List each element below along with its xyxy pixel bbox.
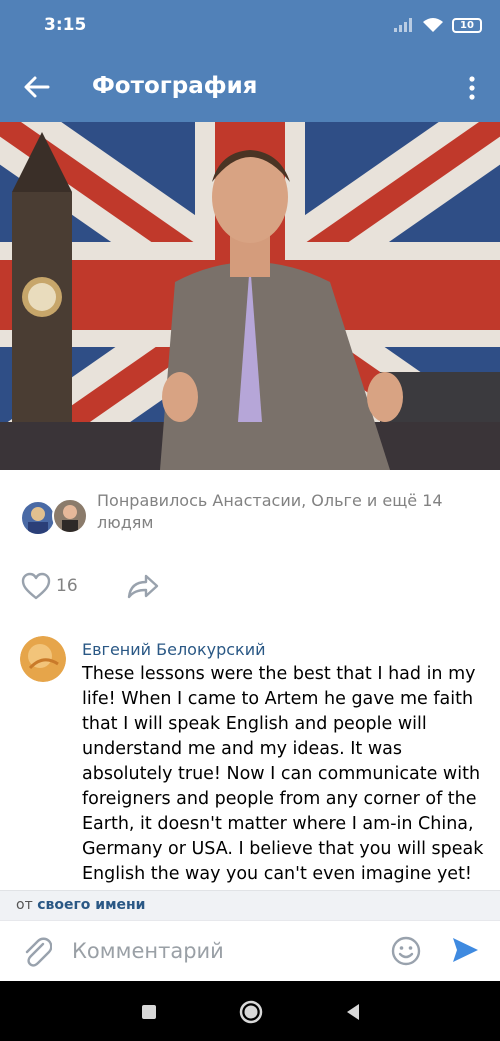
battery-level: 10: [460, 19, 474, 31]
post-as-link[interactable]: своего имени: [37, 897, 145, 913]
avatar: [52, 498, 88, 534]
status-bar: 3:15 10: [0, 0, 500, 54]
share-icon[interactable]: [126, 572, 160, 600]
page-title: Фотография: [92, 73, 258, 99]
heart-icon[interactable]: [20, 571, 52, 601]
comment-author[interactable]: Евгений Белокурский: [82, 640, 266, 659]
back-icon[interactable]: [340, 999, 366, 1025]
likes-text: Понравилось Анастасии, Ольге и ещё 14 лю…: [97, 491, 443, 532]
status-icons: 10: [394, 17, 482, 33]
back-arrow-icon[interactable]: [22, 72, 52, 102]
avatar: [20, 500, 56, 536]
signal-icon: [394, 18, 412, 32]
recents-icon[interactable]: [136, 999, 162, 1025]
comment-author-avatar[interactable]: [20, 636, 66, 682]
post-as-prefix: от: [16, 897, 33, 913]
more-vertical-icon[interactable]: [462, 74, 482, 102]
comment-text: These lessons were the best that I had i…: [82, 664, 484, 884]
post-photo[interactable]: [0, 122, 500, 470]
comment-composer: [0, 920, 500, 981]
status-time: 3:15: [44, 15, 87, 35]
like-count: 16: [56, 576, 78, 596]
comment-input[interactable]: [72, 935, 372, 967]
battery-icon: 10: [452, 17, 482, 33]
home-icon[interactable]: [238, 999, 264, 1025]
attach-icon[interactable]: [22, 935, 52, 967]
post-as-bar[interactable]: от своего имени: [0, 890, 500, 920]
system-nav-bar: [0, 981, 500, 1041]
wifi-icon: [423, 18, 443, 32]
emoji-icon[interactable]: [390, 935, 422, 967]
comment-item: Евгений Белокурский These lessons were t…: [0, 628, 500, 890]
send-icon[interactable]: [450, 935, 480, 965]
post-actions: 16: [0, 565, 500, 609]
app-bar: Фотография: [0, 54, 500, 122]
likes-summary[interactable]: Понравилось Анастасии, Ольге и ещё 14 лю…: [0, 485, 500, 545]
liker-avatars: [20, 492, 90, 536]
